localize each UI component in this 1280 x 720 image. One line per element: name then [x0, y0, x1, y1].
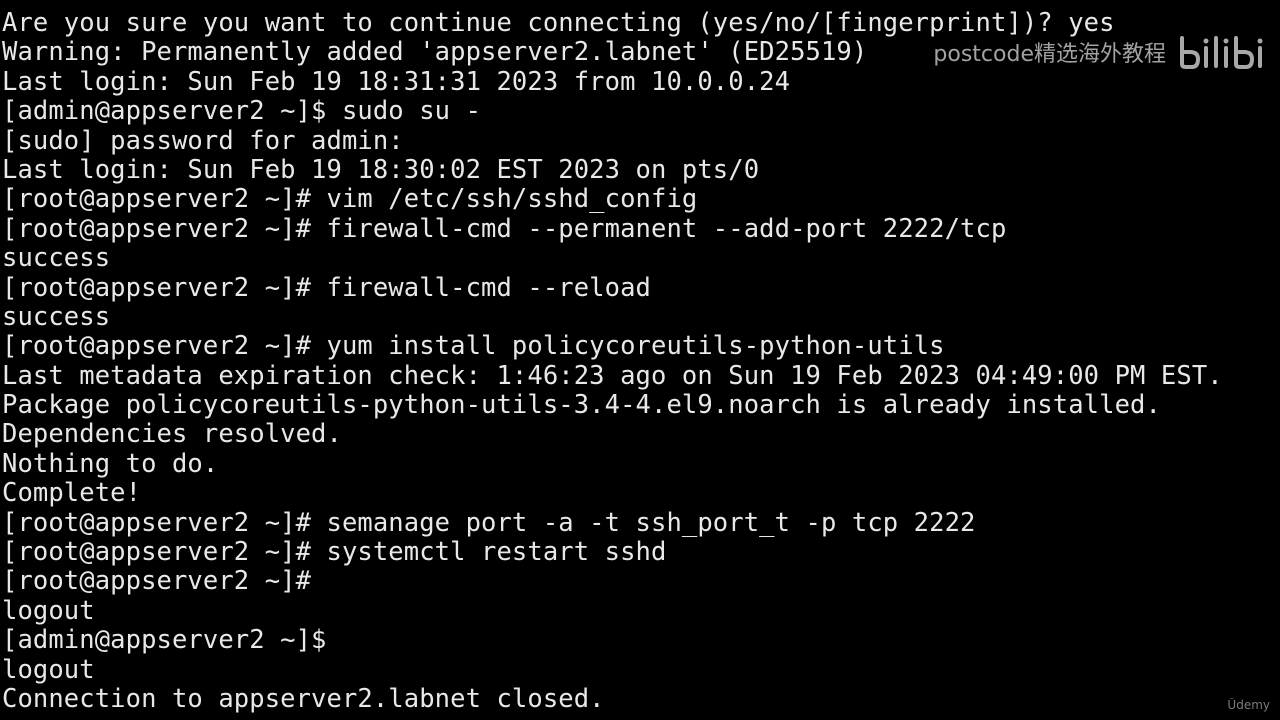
- terminal-line: [admin@appserver2 ~]$ sudo su -: [2, 96, 482, 127]
- terminal-line: Last login: Sun Feb 19 18:31:31 2023 fro…: [2, 66, 791, 97]
- terminal-line: Last metadata expiration check: 1:46:23 …: [2, 360, 1223, 391]
- terminal-line: Dependencies resolved.: [2, 419, 342, 450]
- terminal-line: success: [2, 301, 111, 332]
- terminal-line: [root@appserver2 ~]# firewall-cmd --perm…: [2, 213, 1007, 244]
- terminal-line: Package policycoreutils-python-utils-3.4…: [2, 390, 1161, 421]
- terminal-output: Are you sure you want to continue connec…: [2, 8, 1223, 714]
- terminal-line: Complete!: [2, 478, 142, 509]
- terminal-line: [root@appserver2 ~]# semanage port -a -t…: [2, 507, 976, 538]
- terminal-line: [root@appserver2 ~]# vim /etc/ssh/sshd_c…: [2, 184, 698, 215]
- terminal-line: logout: [2, 595, 95, 626]
- terminal-line: [root@appserver2 ~]# firewall-cmd --relo…: [2, 272, 651, 303]
- terminal-line: [sudo] password for admin:: [2, 125, 404, 156]
- terminal-line: logout: [2, 654, 95, 685]
- watermark-text: postcode精选海外教程: [933, 42, 1166, 67]
- terminal-line: success: [2, 243, 111, 274]
- terminal-line: Connection to appserver2.labnet closed.: [2, 683, 605, 714]
- terminal-line: [root@appserver2 ~]#: [2, 566, 312, 597]
- udemy-watermark: Ūdemy: [1227, 698, 1270, 712]
- terminal-line: [root@appserver2 ~]# systemctl restart s…: [2, 537, 667, 568]
- bilibili-logo-icon: [1176, 34, 1268, 70]
- terminal-line: [admin@appserver2 ~]$: [2, 625, 327, 656]
- terminal-line: [root@appserver2 ~]# yum install policyc…: [2, 331, 945, 362]
- watermark: postcode精选海外教程: [933, 34, 1268, 70]
- terminal-line: Nothing to do.: [2, 448, 219, 479]
- terminal-line: Last login: Sun Feb 19 18:30:02 EST 2023…: [2, 154, 760, 185]
- terminal-window[interactable]: Are you sure you want to continue connec…: [0, 0, 1280, 720]
